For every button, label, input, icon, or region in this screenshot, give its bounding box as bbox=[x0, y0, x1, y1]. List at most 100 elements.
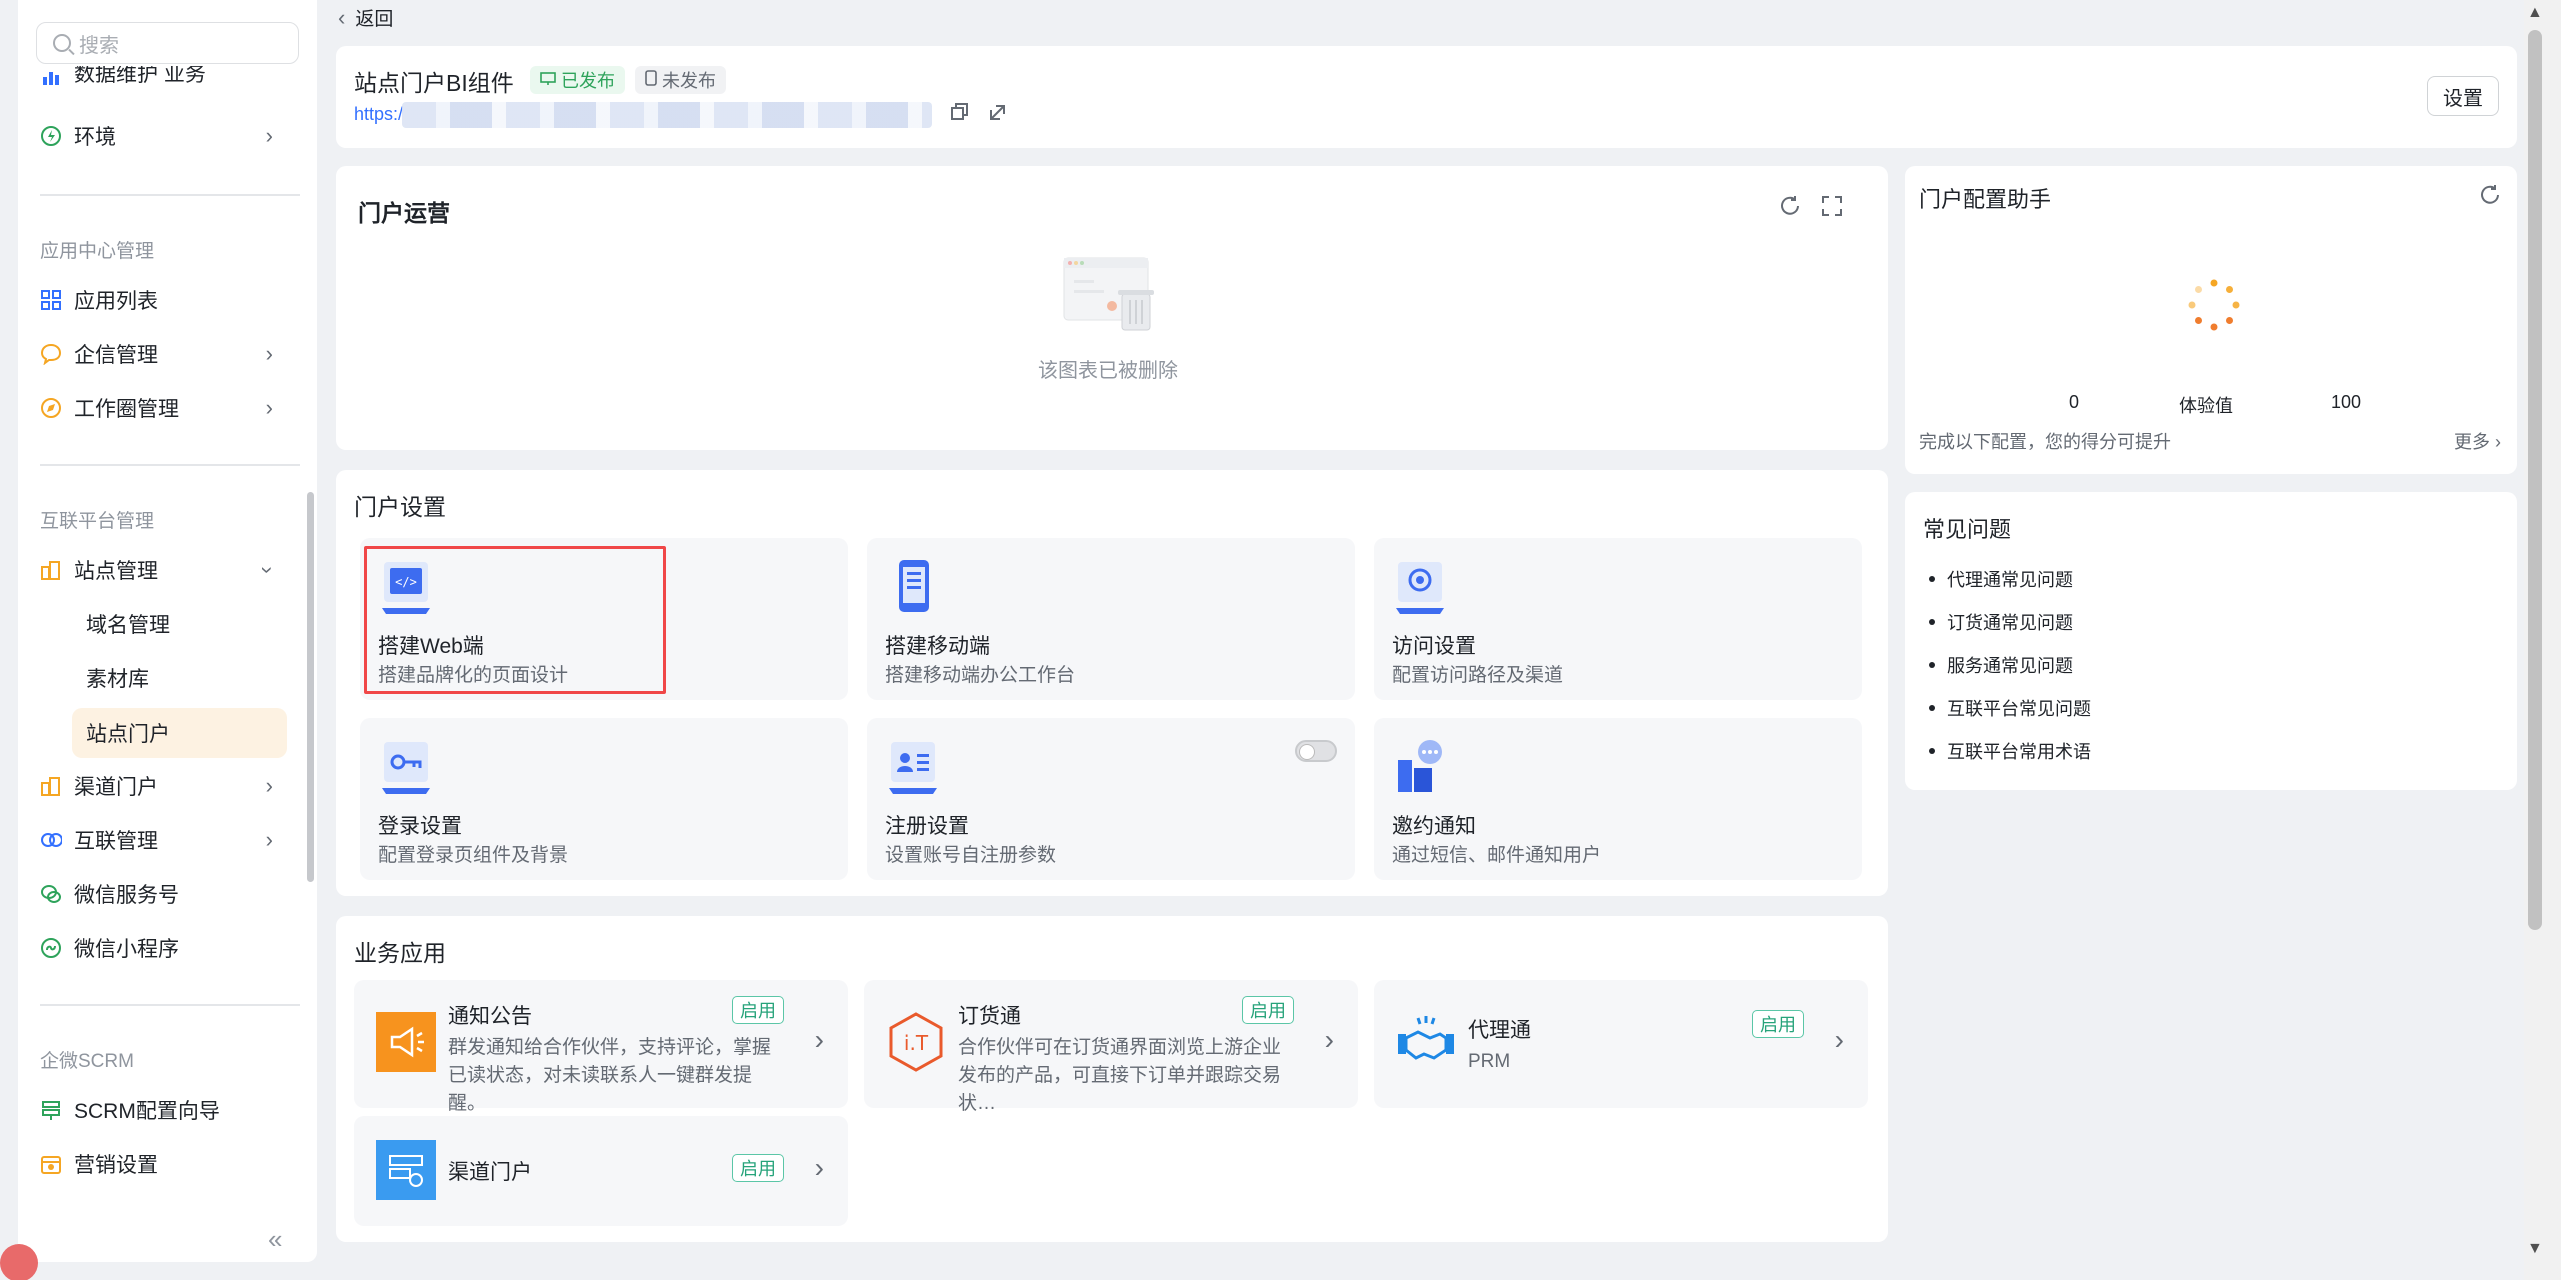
sidebar-item-scrm-guide[interactable]: SCRM配置向导 bbox=[40, 1088, 295, 1132]
sidebar-item-channel-portal[interactable]: 渠道门户 › bbox=[40, 764, 295, 808]
app-tile-notice[interactable]: 通知公告 群发通知给合作伙伴，支持评论，掌握已读状态，对未读联系人一键群发提醒。… bbox=[354, 980, 848, 1114]
sidebar-item-interconnect[interactable]: 互联管理 › bbox=[40, 818, 295, 862]
app-name: 订货通 bbox=[958, 1005, 1021, 1028]
sidebar-item-domain[interactable]: 域名管理 bbox=[68, 602, 288, 646]
sidebar-item-wechat-mini[interactable]: 微信小程序 bbox=[40, 926, 295, 970]
tile-name: 搭建移动端 bbox=[885, 635, 990, 658]
chevron-right-icon: › bbox=[265, 395, 273, 420]
faq-link[interactable]: 互联平台常用术语 bbox=[1929, 738, 2091, 764]
app-tile-agent[interactable]: 代理通 PRM 启用 › bbox=[1374, 980, 1868, 1108]
chevron-right-icon: › bbox=[265, 341, 273, 366]
faq-link[interactable]: 订货通常见问题 bbox=[1929, 609, 2073, 635]
chevron-left-icon: ‹ bbox=[338, 4, 346, 30]
faq-link[interactable]: 代理通常见问题 bbox=[1929, 566, 2073, 592]
sidebar-item-label: 微信小程序 bbox=[74, 938, 179, 961]
faq-label: 订货通常见问题 bbox=[1947, 613, 2073, 633]
chevron-right-icon[interactable]: › bbox=[1835, 1024, 1844, 1056]
register-toggle[interactable] bbox=[1295, 740, 1337, 762]
app-tile-channel-portal[interactable]: 渠道门户 启用 › bbox=[354, 1116, 848, 1226]
app-desc: PRM bbox=[1468, 1051, 1511, 1072]
config-assistant-card: 门户配置助手 0 体验值 100 完成以下配置，您的得分可提升 更多 › bbox=[1905, 166, 2517, 474]
user-card-icon bbox=[889, 742, 937, 794]
ops-title: 门户运营 bbox=[358, 200, 450, 226]
copy-icon[interactable] bbox=[950, 102, 970, 128]
mini-program-icon bbox=[40, 937, 62, 959]
refresh-icon[interactable] bbox=[1778, 194, 1802, 225]
open-external-icon[interactable] bbox=[988, 102, 1008, 128]
refresh-icon[interactable] bbox=[2479, 184, 2501, 211]
sidebar-item-site-portal[interactable]: 站点门户 bbox=[72, 708, 287, 758]
status-badge-published: 已发布 bbox=[530, 66, 625, 94]
fullscreen-icon[interactable] bbox=[1820, 194, 1844, 225]
collapse-sidebar-button[interactable]: « bbox=[268, 1224, 282, 1255]
faq-link[interactable]: 互联平台常见问题 bbox=[1929, 695, 2091, 721]
tile-desc: 通过短信、邮件通知用户 bbox=[1392, 845, 1602, 866]
section-internet: 互联平台管理 bbox=[40, 511, 155, 532]
chevron-right-icon[interactable]: › bbox=[815, 1152, 824, 1184]
sidebar: 搜索 数据维护 业务 环境 › 应用中心管理 应用列表 企信管理 › 工作圈管理… bbox=[18, 0, 317, 1262]
enabled-badge: 启用 bbox=[732, 1154, 784, 1182]
app-desc: 合作伙伴可在订货通界面浏览上游企业发布的产品，可直接下订单并跟踪交易状… bbox=[958, 1037, 1282, 1114]
tile-register-settings[interactable]: 注册设置 设置账号自注册参数 bbox=[867, 718, 1355, 880]
sidebar-item-qixin[interactable]: 企信管理 › bbox=[40, 332, 295, 376]
tile-build-mobile[interactable]: 搭建移动端 搭建移动端办公工作台 bbox=[867, 538, 1355, 700]
scroll-up-arrow-icon[interactable]: ▲ bbox=[2527, 4, 2543, 22]
more-link[interactable]: 更多 › bbox=[2454, 428, 2501, 454]
link-rings-icon bbox=[40, 829, 62, 851]
channel-portal-icon bbox=[376, 1140, 436, 1200]
app-tile-ordering[interactable]: i.T 订货通 合作伙伴可在订货通界面浏览上游企业发布的产品，可直接下订单并跟踪… bbox=[864, 980, 1358, 1114]
tile-desc: 搭建移动端办公工作台 bbox=[885, 665, 1076, 686]
grid-icon bbox=[40, 289, 62, 311]
sidebar-item-app-list[interactable]: 应用列表 bbox=[40, 278, 295, 322]
tile-desc: 设置账号自注册参数 bbox=[885, 845, 1057, 866]
access-globe-icon bbox=[1396, 562, 1444, 614]
sidebar-scrollbar[interactable] bbox=[307, 492, 314, 882]
enabled-badge: 启用 bbox=[1752, 1010, 1804, 1038]
portal-header: 站点门户BI组件 已发布 未发布 https:/ 设置 bbox=[336, 46, 2517, 148]
divider bbox=[40, 194, 300, 196]
back-button[interactable]: ‹ 返回 bbox=[338, 4, 393, 31]
page-title: 站点门户BI组件 bbox=[354, 70, 514, 96]
app-desc: 群发通知给合作伙伴，支持评论，掌握已读状态，对未读联系人一键群发提醒。 bbox=[448, 1037, 772, 1114]
sidebar-item-workcircle[interactable]: 工作圈管理 › bbox=[40, 386, 295, 430]
chevron-right-icon[interactable]: › bbox=[815, 1024, 824, 1056]
search-input[interactable]: 搜索 bbox=[36, 22, 299, 64]
portal-url[interactable]: https:/ bbox=[354, 104, 403, 125]
sidebar-item-label: 应用列表 bbox=[74, 290, 158, 313]
sidebar-item-site-mgmt[interactable]: 站点管理 › bbox=[40, 548, 295, 592]
tile-name: 邀约通知 bbox=[1392, 815, 1476, 838]
chat-bubble-icon bbox=[40, 343, 62, 365]
tile-invite-notify[interactable]: 邀约通知 通过短信、邮件通知用户 bbox=[1374, 718, 1862, 880]
settings-button[interactable]: 设置 bbox=[2427, 76, 2499, 116]
section-scrm: 企微SCRM bbox=[40, 1051, 134, 1072]
scroll-down-arrow-icon[interactable]: ▼ bbox=[2527, 1240, 2543, 1258]
business-title: 业务应用 bbox=[354, 940, 446, 966]
building-icon bbox=[40, 559, 62, 581]
bullet bbox=[1929, 662, 1935, 668]
chevron-right-icon[interactable]: › bbox=[1325, 1024, 1334, 1056]
sidebar-item-label: 企信管理 bbox=[74, 344, 158, 367]
faq-link[interactable]: 服务通常见问题 bbox=[1929, 652, 2073, 678]
sidebar-item-label: 工作圈管理 bbox=[74, 398, 179, 421]
page-scrollbar-thumb[interactable] bbox=[2528, 30, 2542, 930]
building-icon bbox=[40, 775, 62, 797]
handshake-icon bbox=[1398, 1016, 1454, 1060]
faq-label: 互联平台常见问题 bbox=[1947, 699, 2091, 719]
status-label: 未发布 bbox=[662, 71, 716, 91]
faq-label: 代理通常见问题 bbox=[1947, 570, 2073, 590]
sidebar-item-label: SCRM配置向导 bbox=[74, 1100, 220, 1123]
sidebar-item-material[interactable]: 素材库 bbox=[68, 656, 288, 700]
sidebar-item-wechat-service[interactable]: 微信服务号 bbox=[40, 872, 295, 916]
sidebar-item-marketing[interactable]: 营销设置 bbox=[40, 1142, 295, 1186]
business-apps-card: 业务应用 通知公告 群发通知给合作伙伴，支持评论，掌握已读状态，对未读联系人一键… bbox=[336, 916, 1888, 1242]
divider bbox=[40, 1004, 300, 1006]
sidebar-item-env[interactable]: 环境 › bbox=[40, 114, 295, 158]
url-redacted bbox=[402, 102, 932, 128]
sidebar-item-partial[interactable]: 数据维护 业务 bbox=[40, 66, 295, 88]
megaphone-icon bbox=[376, 1012, 436, 1072]
tile-login-settings[interactable]: 登录设置 配置登录页组件及背景 bbox=[360, 718, 848, 880]
tile-access-settings[interactable]: 访问设置 配置访问路径及渠道 bbox=[1374, 538, 1862, 700]
status-label: 已发布 bbox=[561, 71, 615, 91]
more-label: 更多 bbox=[2453, 432, 2490, 452]
key-icon bbox=[382, 742, 430, 794]
